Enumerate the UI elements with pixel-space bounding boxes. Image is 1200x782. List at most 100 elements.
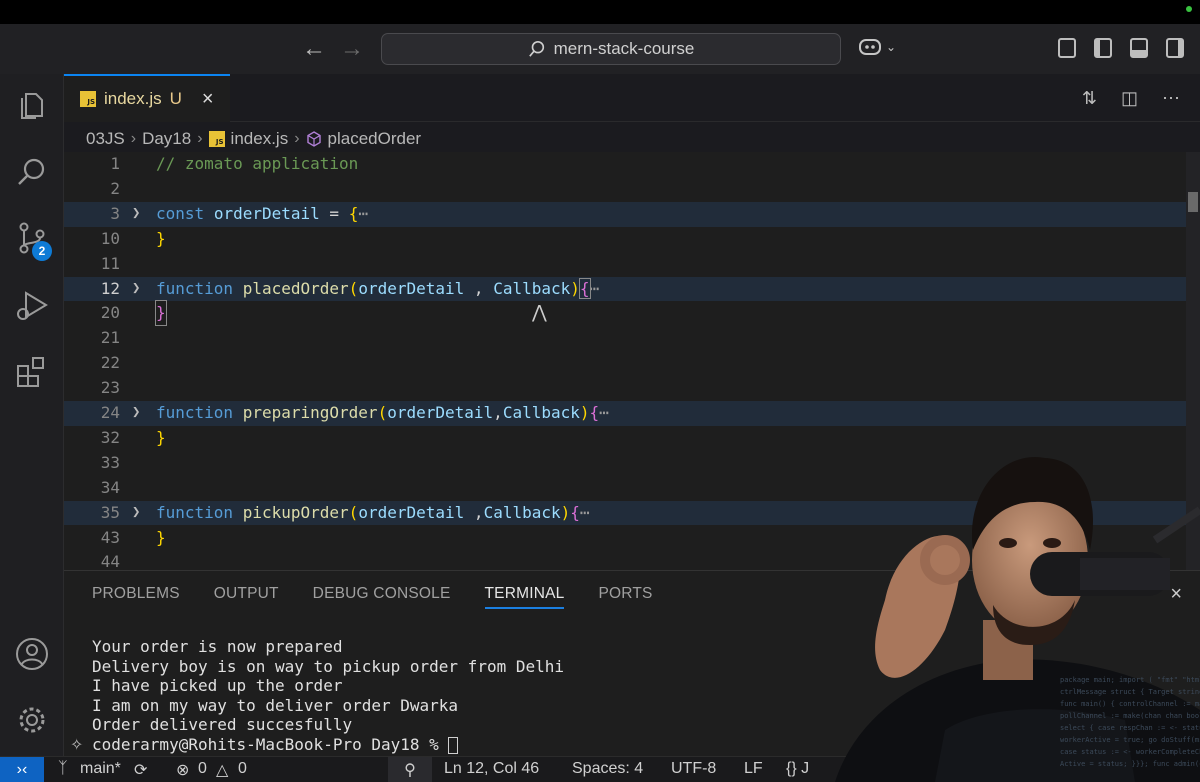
more-actions-icon[interactable]: ⋯ xyxy=(1162,88,1180,109)
arrow-left-icon[interactable]: ← xyxy=(302,37,326,61)
warning-count[interactable]: 0 xyxy=(238,760,247,778)
chevron-right-icon: › xyxy=(197,130,203,147)
error-count[interactable]: 0 xyxy=(198,760,207,778)
terminal-output[interactable]: Your order is now prepared Delivery boy i… xyxy=(92,637,564,754)
tab-label: index.js xyxy=(104,89,162,108)
search-icon[interactable] xyxy=(14,154,50,190)
arrow-right-icon[interactable]: → xyxy=(340,37,364,61)
keyword: const xyxy=(156,203,205,223)
gear-icon[interactable] xyxy=(14,702,50,738)
folded-ellipsis[interactable]: ⋯ xyxy=(590,279,600,298)
chevron-right-icon: › xyxy=(130,130,137,147)
branch-icon[interactable]: ᛉ xyxy=(58,760,68,778)
close-icon[interactable]: × xyxy=(202,88,214,111)
end-of-line[interactable]: LF xyxy=(744,760,763,778)
sync-icon[interactable]: ⟳ xyxy=(134,760,147,780)
keyword: function xyxy=(156,403,234,422)
fold-chevron-icon[interactable]: ❯ xyxy=(132,404,140,420)
code-text: } xyxy=(156,427,166,447)
tab-ports[interactable]: PORTS xyxy=(598,585,652,609)
files-icon[interactable] xyxy=(14,88,50,124)
command-center-search[interactable]: mern-stack-course xyxy=(381,33,841,65)
sparkle-icon[interactable]: ✧ xyxy=(70,735,83,755)
fold-chevron-icon[interactable]: ❯ xyxy=(132,205,140,221)
extensions-icon[interactable] xyxy=(14,354,50,390)
warning-icon[interactable]: △ xyxy=(216,760,228,780)
command-center-label: mern-stack-course xyxy=(553,39,695,58)
terminal-line: Order delivered succesfully xyxy=(92,715,353,734)
function-name: placedOrder xyxy=(242,278,349,298)
toggle-primary-sidebar-icon[interactable] xyxy=(1094,38,1112,58)
method-symbol-icon xyxy=(306,131,321,147)
fold-chevron-icon[interactable]: ❯ xyxy=(132,280,140,296)
code-line: 2 xyxy=(64,177,1200,202)
copilot-icon xyxy=(859,39,881,55)
parameter: orderDetail xyxy=(358,502,465,522)
folded-ellipsis[interactable]: ⋯ xyxy=(580,503,590,522)
layout-controls xyxy=(1058,38,1184,58)
tab-debug-console[interactable]: DEBUG CONSOLE xyxy=(313,585,451,609)
tab-terminal[interactable]: TERMINAL xyxy=(484,585,565,609)
split-editor-icon[interactable]: ◫ xyxy=(1121,88,1138,109)
breadcrumb-folder[interactable]: 03JS xyxy=(86,129,125,149)
code-line: 23 xyxy=(64,376,1200,401)
fold-chevron-icon[interactable]: ❯ xyxy=(132,504,140,520)
recording-dot xyxy=(1186,6,1192,12)
breadcrumb-symbol[interactable]: placedOrder xyxy=(328,129,422,149)
compare-changes-icon[interactable]: ⇅ xyxy=(1082,88,1097,109)
cursor-position[interactable]: Ln 12, Col 46 xyxy=(444,760,539,778)
line-number: 43 xyxy=(100,527,120,547)
toggle-secondary-sidebar-icon[interactable] xyxy=(1166,38,1184,58)
scrollbar-thumb[interactable] xyxy=(1188,192,1198,212)
line-number: 24 xyxy=(100,403,120,422)
line-number: 11 xyxy=(100,253,120,273)
account-icon[interactable] xyxy=(14,636,50,672)
remote-indicator-icon[interactable]: ›‹ xyxy=(0,757,44,782)
breadcrumb-folder[interactable]: Day18 xyxy=(142,129,191,149)
search-icon xyxy=(528,40,544,57)
tab-output[interactable]: OUTPUT xyxy=(214,585,279,609)
customize-layout-icon[interactable] xyxy=(1058,38,1076,58)
copilot-menu[interactable]: ⌄ xyxy=(858,36,896,58)
branch-name[interactable]: main* xyxy=(80,760,121,778)
toggle-panel-icon[interactable] xyxy=(1130,38,1148,58)
code-text: } xyxy=(156,228,166,248)
encoding[interactable]: UTF-8 xyxy=(671,760,716,778)
line-number: 32 xyxy=(100,427,120,447)
editor-actions: ⇅ ◫ ⋯ xyxy=(1082,88,1180,109)
terminal-prompt: coderarmy@Rohits-MacBook-Pro Day18 % xyxy=(92,734,449,754)
breadcrumb-file[interactable]: index.js xyxy=(231,129,289,149)
line-number: 34 xyxy=(100,477,120,497)
language-mode[interactable]: {} J xyxy=(786,760,809,778)
keyword: function xyxy=(156,502,234,522)
editor-tab-bar: JS index.js U × ⇅ ◫ ⋯ xyxy=(64,74,1200,122)
code-line-folded: 3 ❯ const orderDetail = {⋯ xyxy=(64,201,1200,227)
code-text: } xyxy=(156,527,166,547)
javascript-file-icon: JS xyxy=(80,91,96,107)
line-number: 35 xyxy=(100,502,120,522)
text-cursor-icon: ⋀ xyxy=(532,302,547,323)
chevron-right-icon: › xyxy=(294,130,300,147)
code-line: 1 // zomato application xyxy=(64,152,1200,177)
svg-text:func main() { controlChannel :: func main() { controlChannel := make(cha… xyxy=(1060,700,1200,708)
panel-tabs: PROBLEMS OUTPUT DEBUG CONSOLE TERMINAL P… xyxy=(92,585,653,609)
terminal-cursor xyxy=(448,736,459,754)
line-number: 10 xyxy=(100,228,120,248)
zoom-icon[interactable]: ⚲ xyxy=(388,757,432,782)
code-text: } xyxy=(155,300,167,327)
code-line: 11 xyxy=(64,252,1200,277)
parameter: Callback xyxy=(502,403,580,422)
tab-problems[interactable]: PROBLEMS xyxy=(92,585,180,609)
svg-text:pollChannel := make(chan chan: pollChannel := make(chan chan bool); wor… xyxy=(1060,712,1200,720)
code-line: 20 } xyxy=(64,300,1200,327)
tab-index-js[interactable]: JS index.js U × xyxy=(64,74,230,122)
webcam-overlay: package main; import ( "fmt" "html" "lo … xyxy=(825,430,1200,782)
svg-text:Active = status; }}}; func adm: Active = status; }}}; func admin(cc chan xyxy=(1060,760,1200,768)
run-debug-icon[interactable] xyxy=(14,288,50,324)
folded-ellipsis[interactable]: ⋯ xyxy=(358,204,368,223)
svg-text:select { case respChan := <- s: select { case respChan := <- statusPoll xyxy=(1060,724,1200,732)
error-icon[interactable]: ⊗ xyxy=(176,760,189,780)
indentation[interactable]: Spaces: 4 xyxy=(572,760,643,778)
line-number: 44 xyxy=(100,552,120,570)
folded-ellipsis[interactable]: ⋯ xyxy=(599,403,609,422)
